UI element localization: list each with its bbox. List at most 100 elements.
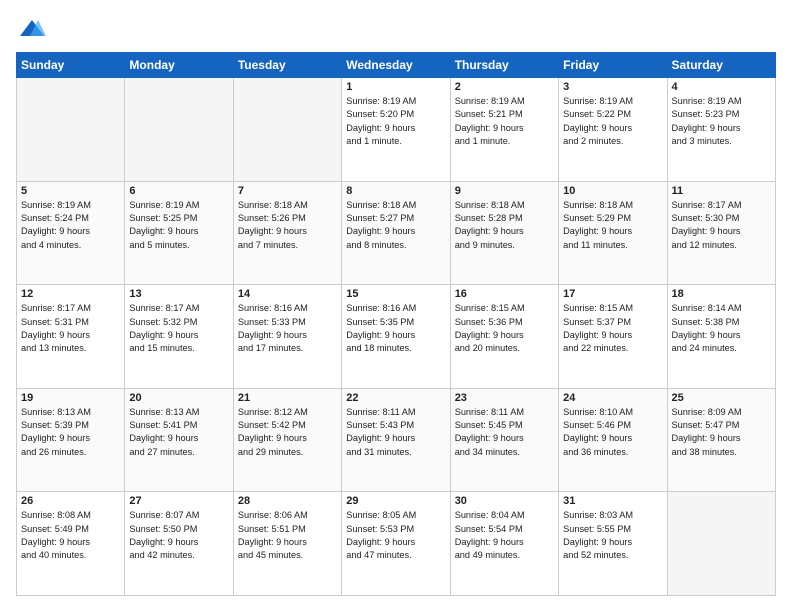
day-info: Sunrise: 8:17 AMSunset: 5:30 PMDaylight:… xyxy=(672,199,771,252)
day-info: Sunrise: 8:18 AMSunset: 5:29 PMDaylight:… xyxy=(563,199,662,252)
calendar-cell: 8Sunrise: 8:18 AMSunset: 5:27 PMDaylight… xyxy=(342,181,450,285)
weekday-header: Friday xyxy=(559,53,667,78)
day-info: Sunrise: 8:19 AMSunset: 5:24 PMDaylight:… xyxy=(21,199,120,252)
day-number: 4 xyxy=(672,81,771,93)
calendar-cell: 16Sunrise: 8:15 AMSunset: 5:36 PMDayligh… xyxy=(450,285,558,389)
day-info: Sunrise: 8:19 AMSunset: 5:22 PMDaylight:… xyxy=(563,95,662,148)
day-info: Sunrise: 8:16 AMSunset: 5:33 PMDaylight:… xyxy=(238,302,337,355)
calendar-cell: 4Sunrise: 8:19 AMSunset: 5:23 PMDaylight… xyxy=(667,78,775,182)
calendar-cell: 1 Sunrise: 8:19 AMSunset: 5:20 PMDaylight… xyxy=(342,78,450,182)
day-info: Sunrise: 8:19 AMSunset: 5:25 PMDaylight:… xyxy=(129,199,228,252)
day-number: 27 xyxy=(129,495,228,507)
calendar-week: 26 Sunrise: 8:08 AMSunset: 5:49 PMDayligh… xyxy=(17,492,776,596)
calendar-cell: 9 Sunrise: 8:18 AMSunset: 5:28 PMDaylight… xyxy=(450,181,558,285)
calendar-cell xyxy=(17,78,125,182)
day-info: Sunrise: 8:06 AMSunset: 5:51 PMDaylight:… xyxy=(238,509,337,562)
day-info: Sunrise: 8:18 AMSunset: 5:28 PMDaylight:… xyxy=(455,199,554,252)
calendar-cell: 7 Sunrise: 8:18 AMSunset: 5:26 PMDaylight… xyxy=(233,181,341,285)
day-number: 11 xyxy=(672,185,771,197)
calendar-cell: 24 Sunrise: 8:10 AMSunset: 5:46 PMDayligh… xyxy=(559,388,667,492)
calendar-cell: 3 Sunrise: 8:19 AMSunset: 5:22 PMDaylight… xyxy=(559,78,667,182)
logo-icon xyxy=(18,16,46,44)
calendar-cell: 5 Sunrise: 8:19 AMSunset: 5:24 PMDaylight… xyxy=(17,181,125,285)
day-number: 3 xyxy=(563,81,662,93)
calendar-week: 19 Sunrise: 8:13 AMSunset: 5:39 PMDayligh… xyxy=(17,388,776,492)
calendar-cell: 2 Sunrise: 8:19 AMSunset: 5:21 PMDaylight… xyxy=(450,78,558,182)
weekday-header: Tuesday xyxy=(233,53,341,78)
day-number: 6 xyxy=(129,185,228,197)
weekday-header: Saturday xyxy=(667,53,775,78)
day-number: 29 xyxy=(346,495,445,507)
day-number: 5 xyxy=(21,185,120,197)
calendar-cell: 29 Sunrise: 8:05 AMSunset: 5:53 PMDayligh… xyxy=(342,492,450,596)
calendar-cell: 6 Sunrise: 8:19 AMSunset: 5:25 PMDaylight… xyxy=(125,181,233,285)
calendar-cell: 13 Sunrise: 8:17 AMSunset: 5:32 PMDayligh… xyxy=(125,285,233,389)
day-number: 21 xyxy=(238,392,337,404)
day-number: 12 xyxy=(21,288,120,300)
day-info: Sunrise: 8:16 AMSunset: 5:35 PMDaylight:… xyxy=(346,302,445,355)
page: SundayMondayTuesdayWednesdayThursdayFrid… xyxy=(0,0,792,612)
day-info: Sunrise: 8:14 AMSunset: 5:38 PMDaylight:… xyxy=(672,302,771,355)
day-info: Sunrise: 8:15 AMSunset: 5:37 PMDaylight:… xyxy=(563,302,662,355)
calendar-cell: 26 Sunrise: 8:08 AMSunset: 5:49 PMDayligh… xyxy=(17,492,125,596)
day-info: Sunrise: 8:12 AMSunset: 5:42 PMDaylight:… xyxy=(238,406,337,459)
day-info: Sunrise: 8:17 AMSunset: 5:31 PMDaylight:… xyxy=(21,302,120,355)
day-number: 2 xyxy=(455,81,554,93)
calendar-week: 1 Sunrise: 8:19 AMSunset: 5:20 PMDaylight… xyxy=(17,78,776,182)
calendar-cell: 27 Sunrise: 8:07 AMSunset: 5:50 PMDayligh… xyxy=(125,492,233,596)
weekday-header: Wednesday xyxy=(342,53,450,78)
day-info: Sunrise: 8:17 AMSunset: 5:32 PMDaylight:… xyxy=(129,302,228,355)
calendar-cell: 25 Sunrise: 8:09 AMSunset: 5:47 PMDayligh… xyxy=(667,388,775,492)
day-number: 19 xyxy=(21,392,120,404)
day-number: 24 xyxy=(563,392,662,404)
weekday-header: Monday xyxy=(125,53,233,78)
day-info: Sunrise: 8:11 AMSunset: 5:43 PMDaylight:… xyxy=(346,406,445,459)
day-number: 7 xyxy=(238,185,337,197)
day-number: 9 xyxy=(455,185,554,197)
day-number: 20 xyxy=(129,392,228,404)
day-number: 28 xyxy=(238,495,337,507)
day-info: Sunrise: 8:13 AMSunset: 5:39 PMDaylight:… xyxy=(21,406,120,459)
calendar-cell: 31 Sunrise: 8:03 AMSunset: 5:55 PMDayligh… xyxy=(559,492,667,596)
day-info: Sunrise: 8:18 AMSunset: 5:27 PMDaylight:… xyxy=(346,199,445,252)
day-number: 10 xyxy=(563,185,662,197)
weekday-header: Sunday xyxy=(17,53,125,78)
day-info: Sunrise: 8:19 AMSunset: 5:20 PMDaylight:… xyxy=(346,95,445,148)
day-info: Sunrise: 8:08 AMSunset: 5:49 PMDaylight:… xyxy=(21,509,120,562)
calendar-cell: 21 Sunrise: 8:12 AMSunset: 5:42 PMDayligh… xyxy=(233,388,341,492)
day-number: 22 xyxy=(346,392,445,404)
day-number: 30 xyxy=(455,495,554,507)
calendar-cell: 30 Sunrise: 8:04 AMSunset: 5:54 PMDayligh… xyxy=(450,492,558,596)
day-info: Sunrise: 8:09 AMSunset: 5:47 PMDaylight:… xyxy=(672,406,771,459)
day-number: 25 xyxy=(672,392,771,404)
calendar-cell: 12 Sunrise: 8:17 AMSunset: 5:31 PMDayligh… xyxy=(17,285,125,389)
day-info: Sunrise: 8:18 AMSunset: 5:26 PMDaylight:… xyxy=(238,199,337,252)
day-info: Sunrise: 8:04 AMSunset: 5:54 PMDaylight:… xyxy=(455,509,554,562)
calendar-cell xyxy=(125,78,233,182)
day-info: Sunrise: 8:03 AMSunset: 5:55 PMDaylight:… xyxy=(563,509,662,562)
calendar-table: SundayMondayTuesdayWednesdayThursdayFrid… xyxy=(16,52,776,596)
calendar-cell xyxy=(233,78,341,182)
calendar-cell: 15 Sunrise: 8:16 AMSunset: 5:35 PMDayligh… xyxy=(342,285,450,389)
day-number: 1 xyxy=(346,81,445,93)
day-number: 15 xyxy=(346,288,445,300)
day-number: 16 xyxy=(455,288,554,300)
calendar-week: 5 Sunrise: 8:19 AMSunset: 5:24 PMDaylight… xyxy=(17,181,776,285)
calendar-cell: 20Sunrise: 8:13 AMSunset: 5:41 PMDayligh… xyxy=(125,388,233,492)
day-number: 31 xyxy=(563,495,662,507)
calendar-cell xyxy=(667,492,775,596)
day-info: Sunrise: 8:11 AMSunset: 5:45 PMDaylight:… xyxy=(455,406,554,459)
calendar-cell: 23Sunrise: 8:11 AMSunset: 5:45 PMDayligh… xyxy=(450,388,558,492)
day-info: Sunrise: 8:07 AMSunset: 5:50 PMDaylight:… xyxy=(129,509,228,562)
calendar-cell: 10 Sunrise: 8:18 AMSunset: 5:29 PMDayligh… xyxy=(559,181,667,285)
day-info: Sunrise: 8:10 AMSunset: 5:46 PMDaylight:… xyxy=(563,406,662,459)
day-number: 26 xyxy=(21,495,120,507)
calendar-cell: 18 Sunrise: 8:14 AMSunset: 5:38 PMDayligh… xyxy=(667,285,775,389)
day-info: Sunrise: 8:05 AMSunset: 5:53 PMDaylight:… xyxy=(346,509,445,562)
day-number: 14 xyxy=(238,288,337,300)
weekday-header: Thursday xyxy=(450,53,558,78)
day-number: 18 xyxy=(672,288,771,300)
day-info: Sunrise: 8:19 AMSunset: 5:21 PMDaylight:… xyxy=(455,95,554,148)
calendar-cell: 17Sunrise: 8:15 AMSunset: 5:37 PMDayligh… xyxy=(559,285,667,389)
day-number: 13 xyxy=(129,288,228,300)
